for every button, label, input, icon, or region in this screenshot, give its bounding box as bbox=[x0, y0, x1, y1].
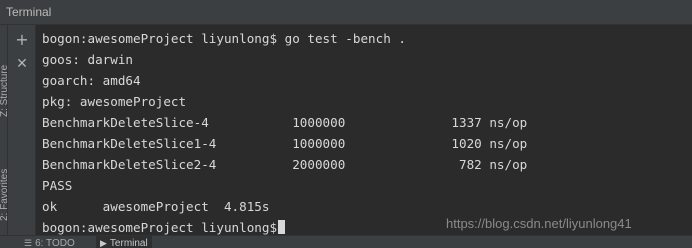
terminal-prompt-line: bogon:awesomeProject liyunlong$ bbox=[42, 217, 286, 235]
terminal-line: PASS bbox=[42, 178, 73, 193]
terminal-line: BenchmarkDeleteSlice1-4 1000000 1020 ns/… bbox=[42, 136, 528, 151]
side-tab-favorites[interactable]: 2: Favorites bbox=[0, 169, 10, 221]
terminal-line: pkg: awesomeProject bbox=[42, 94, 187, 109]
terminal-output[interactable]: bogon:awesomeProject liyunlong$ go test … bbox=[36, 25, 692, 235]
tab-todo[interactable]: ☰ 6: TODO bbox=[20, 236, 79, 248]
text-cursor bbox=[278, 220, 286, 234]
tab-terminal-label: Terminal bbox=[109, 238, 148, 248]
terminal-line: goarch: amd64 bbox=[42, 73, 141, 88]
watermark: https://blog.csdn.net/liyunlong41 bbox=[446, 216, 632, 231]
terminal-line: bogon:awesomeProject liyunlong$ go test … bbox=[42, 31, 406, 46]
terminal-icon: ▶ bbox=[100, 238, 107, 248]
close-icon[interactable]: ✕ bbox=[14, 56, 30, 72]
side-tab-structure[interactable]: Z: Structure bbox=[0, 65, 10, 117]
tool-window-title: Terminal bbox=[6, 5, 52, 19]
terminal-line: BenchmarkDeleteSlice-4 1000000 1337 ns/o… bbox=[42, 115, 528, 130]
terminal-line: BenchmarkDeleteSlice2-4 2000000 782 ns/o… bbox=[42, 157, 528, 172]
terminal-tool-window: Terminal + ✕ Z: Structure 2: Favorites b… bbox=[0, 0, 692, 248]
plus-icon[interactable]: + bbox=[14, 32, 30, 48]
tab-todo-label: 6: TODO bbox=[35, 238, 75, 248]
tab-terminal[interactable]: ▶ Terminal bbox=[96, 236, 152, 248]
bottom-tool-bar: ☰ 6: TODO ▶ Terminal bbox=[0, 235, 692, 248]
todo-icon: ☰ bbox=[24, 238, 33, 248]
terminal-line: goos: darwin bbox=[42, 52, 133, 67]
terminal-line: ok awesomeProject 4.815s bbox=[42, 199, 270, 214]
terminal-prompt: bogon:awesomeProject liyunlong$ bbox=[42, 220, 278, 235]
tool-window-header: Terminal bbox=[0, 0, 692, 25]
side-panel-strip: Z: Structure 2: Favorites bbox=[0, 25, 10, 235]
